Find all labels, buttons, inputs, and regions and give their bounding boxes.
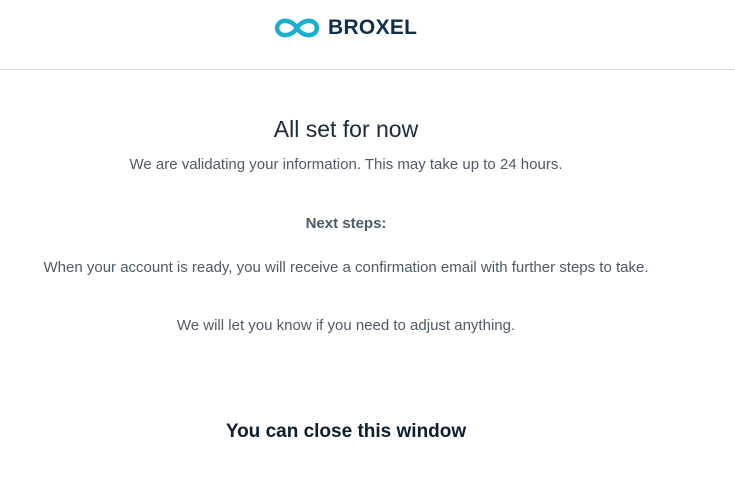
validation-message: We are validating your information. This… <box>129 156 563 173</box>
page-title: All set for now <box>273 116 419 142</box>
header: BROXEL <box>0 0 735 70</box>
logo-text: BROXEL <box>328 16 418 39</box>
next-steps-heading: Next steps: <box>305 215 387 232</box>
broxel-logo: BROXEL <box>272 14 417 42</box>
close-window-message: You can close this window <box>225 421 467 442</box>
infinity-icon <box>272 14 322 42</box>
page: BROXEL All set for now We are validating… <box>0 0 735 481</box>
adjust-message: We will let you know if you need to adju… <box>176 317 516 334</box>
next-steps-body: When your account is ready, you will rec… <box>43 259 649 276</box>
